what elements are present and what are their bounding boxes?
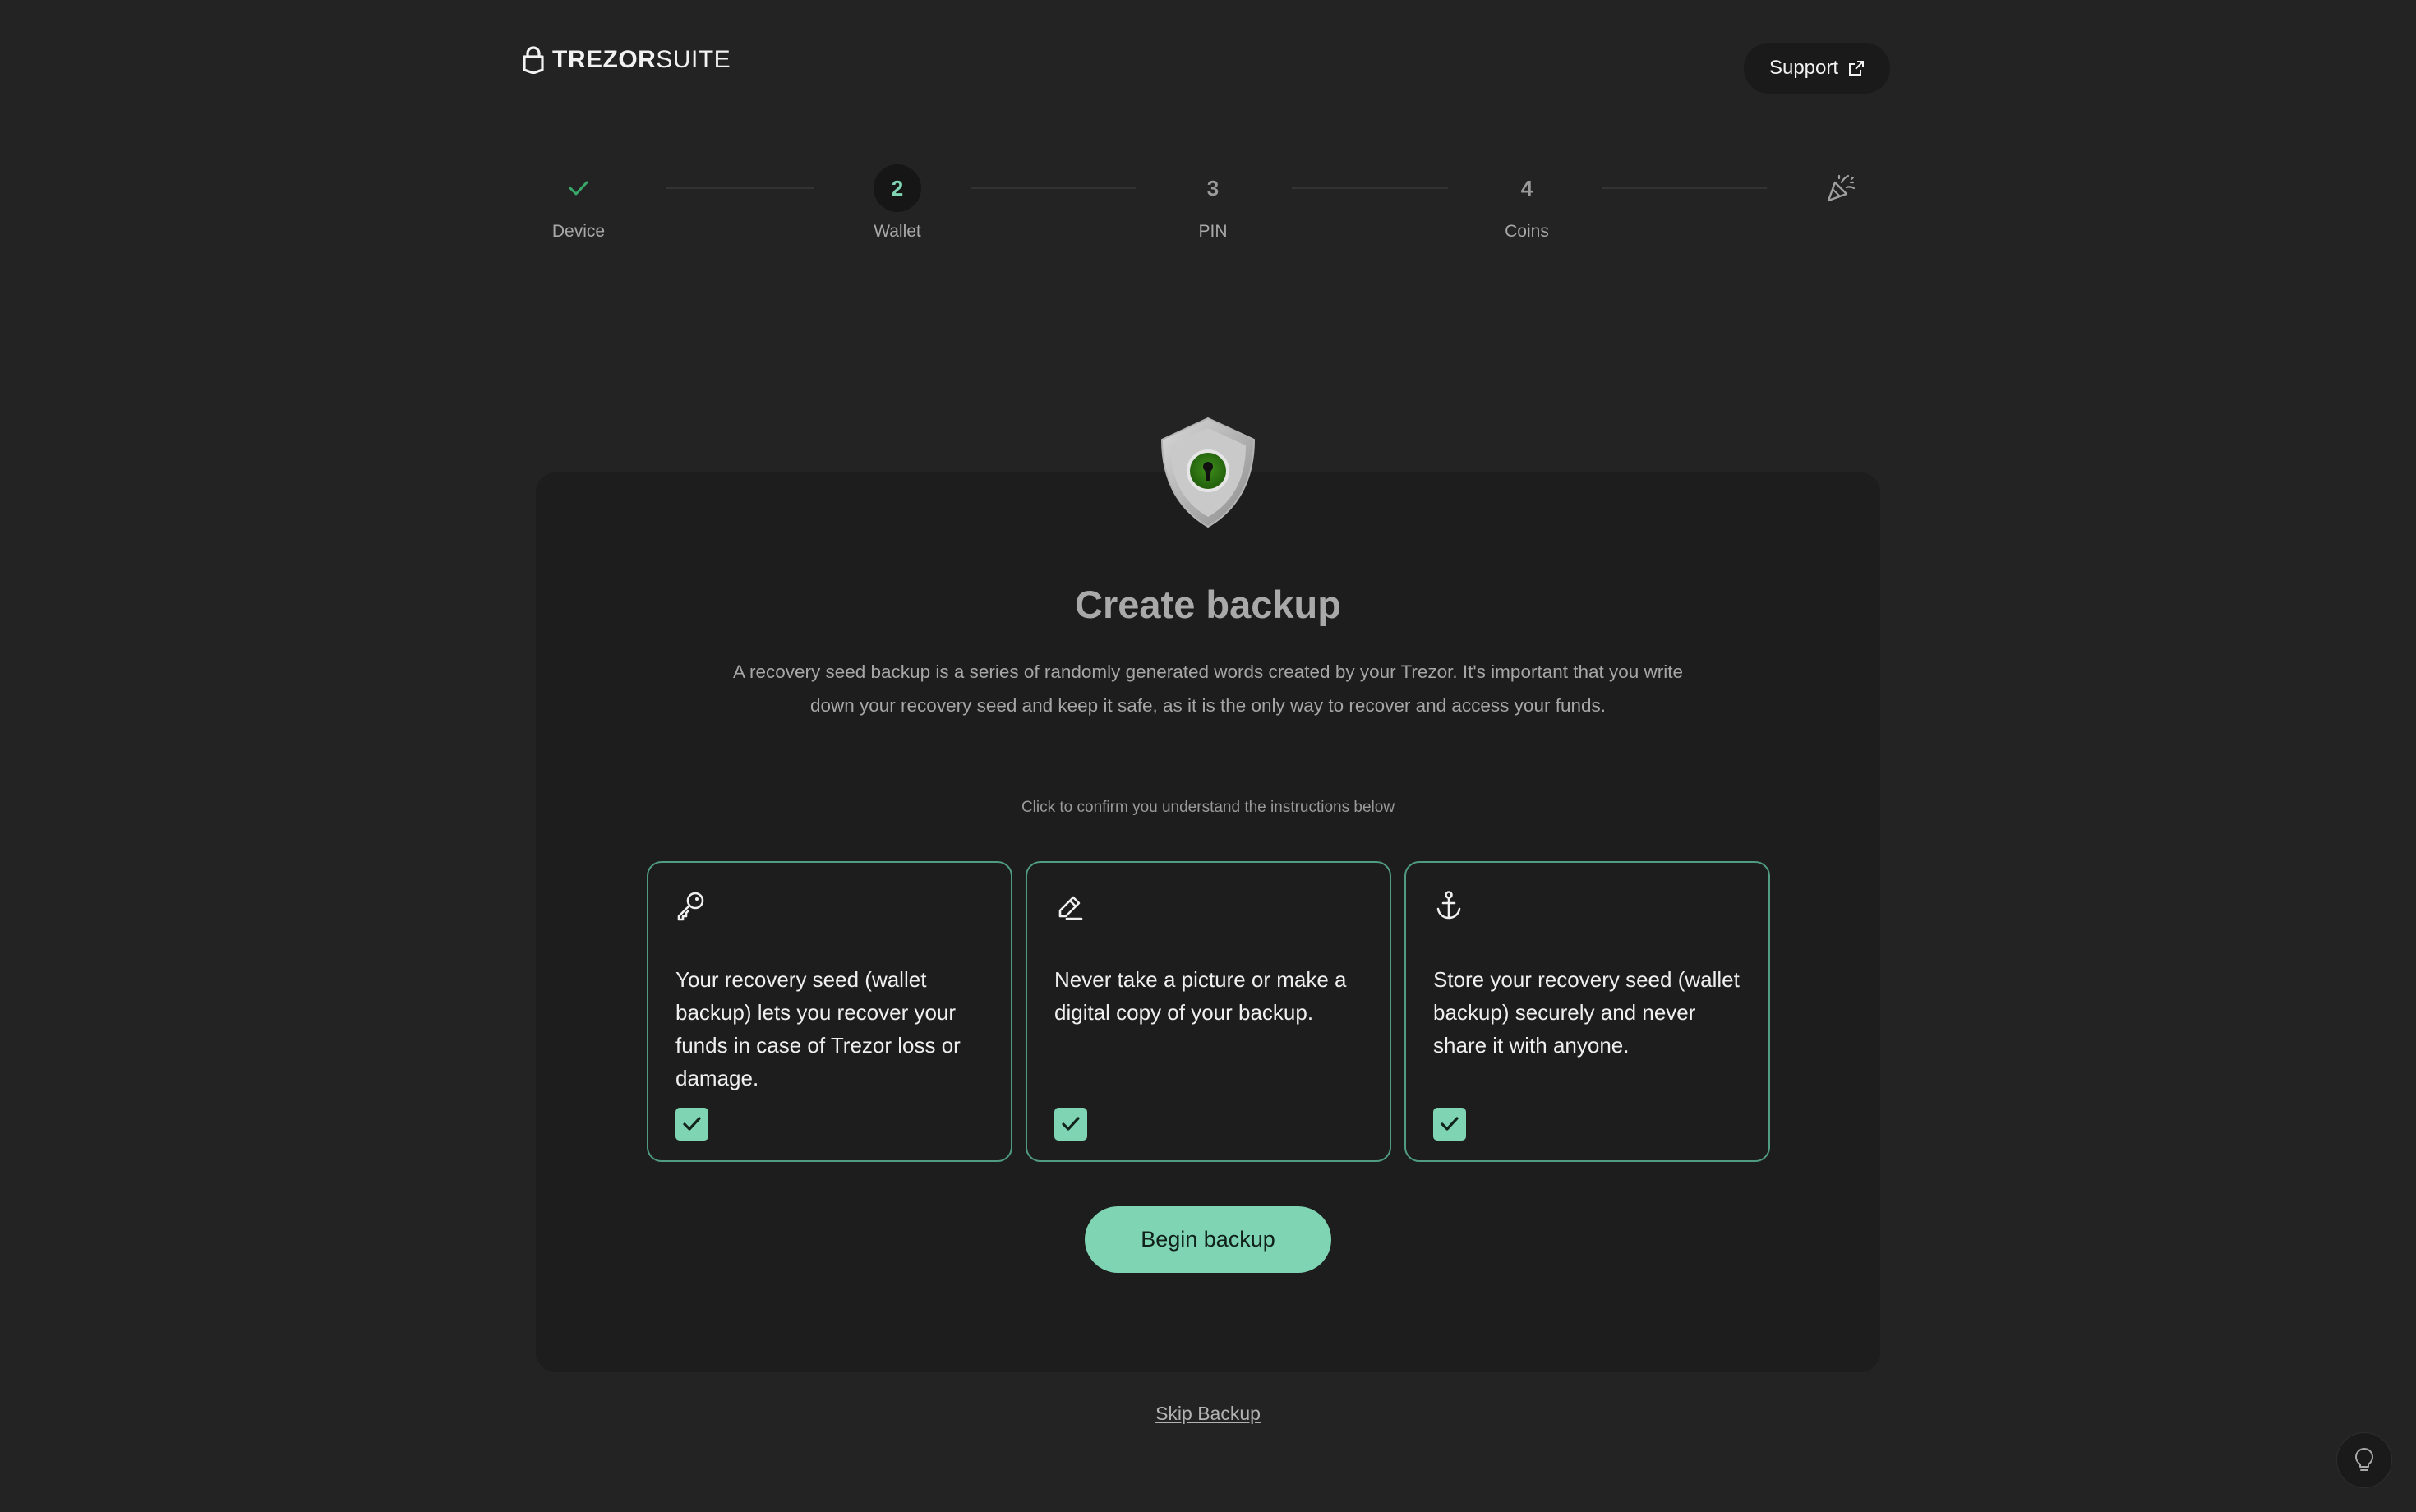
anchor-icon (1436, 891, 1461, 920)
tips-button[interactable] (2336, 1432, 2392, 1488)
tile-text: Never take a picture or make a digital c… (1054, 967, 1347, 1025)
step-device: Device (513, 164, 644, 242)
tile-checkbox[interactable] (1433, 1108, 1466, 1141)
tile-checkbox[interactable] (1054, 1108, 1087, 1141)
step-final-status (1817, 164, 1865, 212)
backup-description: A recovery seed backup is a series of ra… (732, 662, 1684, 716)
shield-keyhole-icon (1160, 417, 1256, 528)
confirm-instructions-hint: Click to confirm you understand the inst… (1021, 799, 1395, 816)
step-wallet-number: 2 (874, 164, 921, 212)
step-final (1775, 164, 1907, 222)
step-coins-number: 4 (1520, 175, 1533, 201)
key-icon (677, 892, 704, 921)
instruction-tile-no-digital-copy[interactable]: Never take a picture or make a digital c… (1026, 861, 1391, 1162)
step-connector (1292, 187, 1448, 189)
step-wallet: 2 Wallet (832, 164, 963, 242)
page-title: Create backup (1075, 583, 1341, 626)
pencil-icon (1058, 896, 1083, 920)
step-coins: 4 Coins (1461, 164, 1593, 242)
step-device-status (555, 164, 602, 212)
tile-checkbox[interactable] (675, 1108, 708, 1141)
party-popper-icon (1827, 174, 1856, 202)
tile-text: Your recovery seed (wallet backup) lets … (675, 967, 961, 1090)
instruction-tile-seed-purpose[interactable]: Your recovery seed (wallet backup) lets … (647, 861, 1012, 1162)
tile-text: Store your recovery seed (wallet backup)… (1433, 967, 1740, 1058)
begin-backup-button[interactable]: Begin backup (1085, 1206, 1331, 1273)
step-pin: 3 PIN (1147, 164, 1279, 242)
checkmark-icon (1441, 1117, 1459, 1131)
step-connector (1602, 187, 1767, 189)
step-coins-label: Coins (1505, 222, 1549, 241)
lightbulb-icon (2355, 1448, 2373, 1471)
onboarding-stepper: Device 2 Wallet 3 PIN 4 Coins (0, 0, 2416, 263)
skip-backup-link[interactable]: Skip Backup (1155, 1403, 1261, 1424)
checkmark-icon (683, 1117, 701, 1131)
step-connector (666, 187, 814, 189)
step-wallet-label: Wallet (874, 222, 921, 241)
step-device-label: Device (551, 222, 606, 241)
step-pin-number: 3 (1206, 175, 1220, 201)
checkmark-icon (1062, 1117, 1080, 1131)
instruction-tile-store-securely[interactable]: Store your recovery seed (wallet backup)… (1404, 861, 1770, 1162)
step-pin-label: PIN (1198, 222, 1228, 241)
step-connector (971, 187, 1136, 189)
checkmark-icon (569, 181, 588, 196)
